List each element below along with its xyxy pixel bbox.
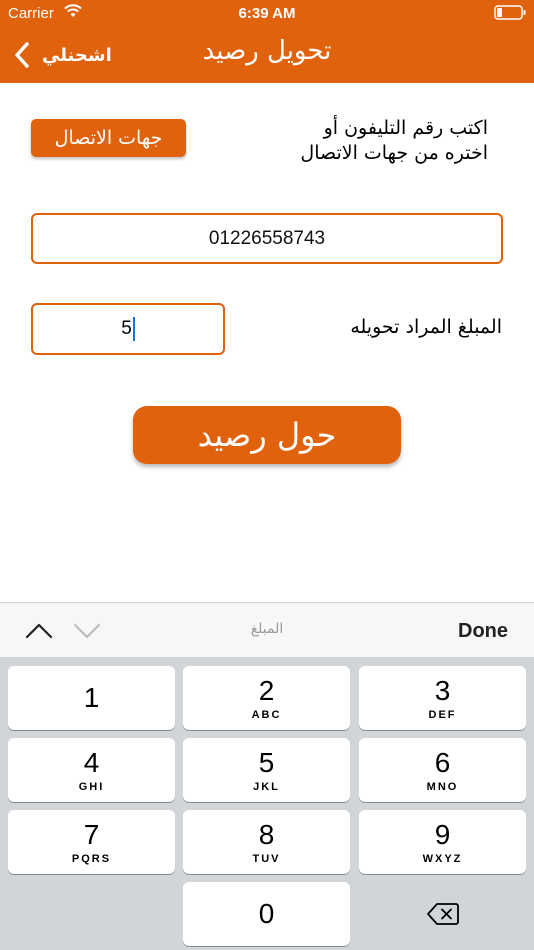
- instruction-line-1: اكتب رقم التليفون أو: [323, 117, 488, 139]
- transfer-credit-button[interactable]: حول رصيد: [133, 406, 401, 464]
- toolbar-field-name: المبلغ: [250, 621, 284, 637]
- key-7[interactable]: 7 PQRS: [8, 810, 175, 874]
- status-time: 6:39 AM: [238, 5, 296, 22]
- key-digit: 0: [258, 898, 275, 929]
- header: Carrier 6:39 AM اشحنلي تحويل رصيد: [0, 0, 534, 83]
- phone-number-field[interactable]: 01226558743: [31, 213, 503, 264]
- battery-icon: [494, 5, 526, 20]
- key-letters: ABC: [251, 708, 282, 721]
- key-digit: 5: [258, 746, 275, 778]
- key-9[interactable]: 9 WXYZ: [359, 810, 526, 874]
- key-digit: 7: [83, 818, 100, 850]
- navigation-bar: اشحنلي تحويل رصيد: [0, 30, 534, 83]
- numeric-keypad: 1 2 ABC 3 DEF 4 GHI 5 JKL 6 MNO 7 PQRS 8…: [0, 658, 534, 950]
- key-digit: 1: [83, 682, 100, 713]
- contacts-button[interactable]: جهات الاتصال: [31, 119, 186, 157]
- done-button[interactable]: Done: [458, 620, 508, 643]
- instruction-line-2: اختره من جهات الاتصال: [300, 142, 488, 164]
- key-digit: 8: [258, 818, 275, 850]
- key-digit: 3: [434, 674, 451, 706]
- amount-label: المبلغ المراد تحويله: [350, 316, 502, 338]
- amount-value: 5: [121, 318, 132, 339]
- key-letters: PQRS: [71, 852, 112, 865]
- key-1[interactable]: 1: [8, 666, 175, 730]
- key-0[interactable]: 0: [183, 882, 350, 946]
- key-letters: TUV: [252, 852, 281, 865]
- amount-field[interactable]: 5: [31, 303, 225, 355]
- key-letters: JKL: [253, 780, 280, 793]
- key-digit: 6: [434, 746, 451, 778]
- key-letters: WXYZ: [422, 852, 463, 865]
- key-3[interactable]: 3 DEF: [359, 666, 526, 730]
- key-letters: DEF: [428, 708, 457, 721]
- key-letters: GHI: [78, 780, 105, 793]
- key-2[interactable]: 2 ABC: [183, 666, 350, 730]
- key-5[interactable]: 5 JKL: [183, 738, 350, 802]
- key-digit: 2: [258, 674, 275, 706]
- backspace-icon: [426, 903, 459, 925]
- text-cursor: [132, 317, 135, 341]
- instruction-text: اكتب رقم التليفون أو اختره من جهات الاتص…: [248, 116, 488, 166]
- page-title: تحويل رصيد: [202, 36, 332, 66]
- key-digit: 4: [83, 746, 100, 778]
- status-bar: Carrier 6:39 AM: [0, 0, 534, 30]
- key-4[interactable]: 4 GHI: [8, 738, 175, 802]
- key-letters: MNO: [426, 780, 459, 793]
- delete-key[interactable]: [359, 882, 526, 946]
- keyboard-toolbar: المبلغ Done: [0, 602, 534, 658]
- key-6[interactable]: 6 MNO: [359, 738, 526, 802]
- phone-number-value: 01226558743: [208, 227, 326, 249]
- key-8[interactable]: 8 TUV: [183, 810, 350, 874]
- key-digit: 9: [434, 818, 451, 850]
